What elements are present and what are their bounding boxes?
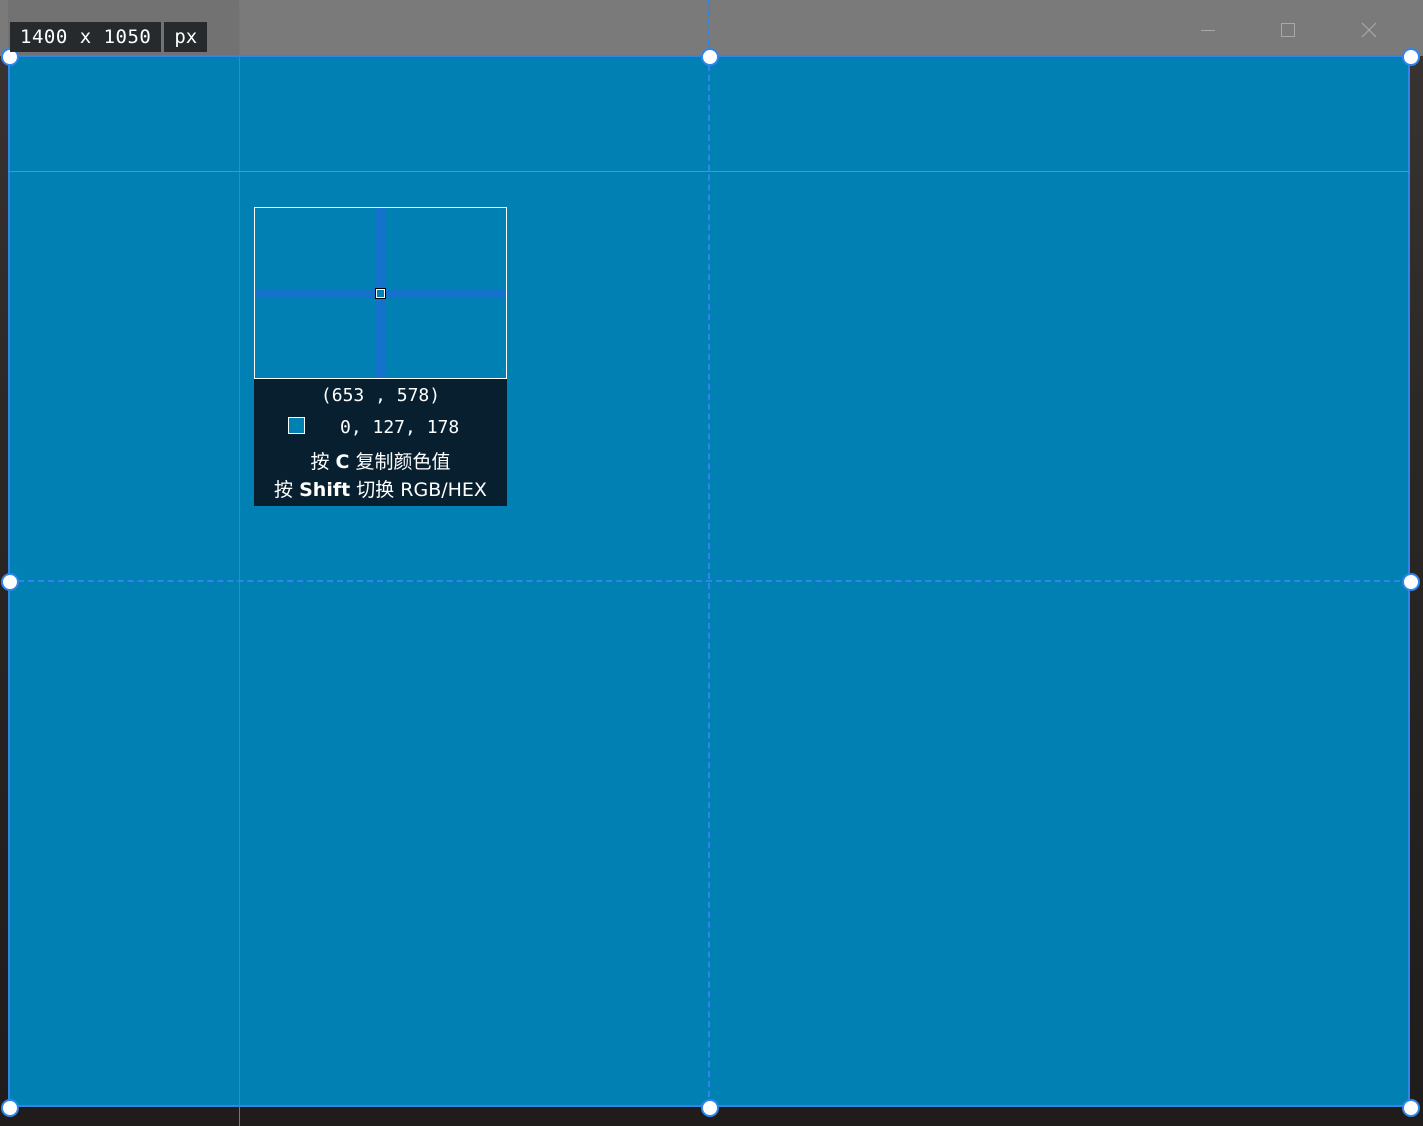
cursor-coordinates: (653 , 578): [320, 385, 441, 406]
copy-hint-key: C: [335, 451, 350, 473]
resize-handle-bottom-right[interactable]: [1402, 1099, 1420, 1117]
close-icon: [1353, 14, 1385, 46]
toggle-hint-prefix: 按: [274, 479, 294, 501]
toggle-format-hint: 按 Shift 切换 RGB/HEX: [254, 475, 507, 502]
resize-handle-top-right[interactable]: [1402, 48, 1420, 66]
resize-handle-bottom[interactable]: [701, 1099, 719, 1117]
resize-handle-right[interactable]: [1402, 573, 1420, 591]
resize-handle-bottom-left[interactable]: [1, 1099, 19, 1117]
center-vertical-guide: [708, 55, 710, 1107]
selection-unit[interactable]: px: [164, 22, 208, 52]
copy-color-hint: 按 C 复制颜色值: [254, 447, 507, 474]
color-swatch: [288, 417, 305, 434]
magnifier-view: [254, 207, 507, 379]
screenshot-overlay[interactable]: 1400 x 1050 px (653 , 578) 0, 127, 178 按…: [0, 0, 1423, 1126]
window-divider-vertical: [239, 4, 240, 1126]
selection-dimensions: 1400 x 1050: [10, 22, 162, 52]
maximize-icon: [1272, 14, 1304, 46]
minimize-icon: [1192, 14, 1224, 46]
copy-hint-prefix: 按: [310, 451, 330, 473]
magnifier-center-pixel: [375, 288, 386, 299]
toggle-hint-suffix: 切换 RGB/HEX: [356, 479, 487, 501]
color-readout: 0, 127, 178: [254, 417, 507, 441]
toggle-hint-key: Shift: [299, 479, 351, 501]
magnifier-info: (653 , 578) 0, 127, 178 按 C 复制颜色值 按 Shif…: [254, 379, 507, 506]
resize-handle-top[interactable]: [701, 48, 719, 66]
magnifier-panel: (653 , 578) 0, 127, 178 按 C 复制颜色值 按 Shif…: [254, 207, 507, 506]
resize-handle-left[interactable]: [1, 573, 19, 591]
selection-size-badge: 1400 x 1050 px: [10, 22, 208, 52]
color-value: 0, 127, 178: [340, 417, 460, 438]
copy-hint-suffix: 复制颜色值: [355, 451, 451, 473]
